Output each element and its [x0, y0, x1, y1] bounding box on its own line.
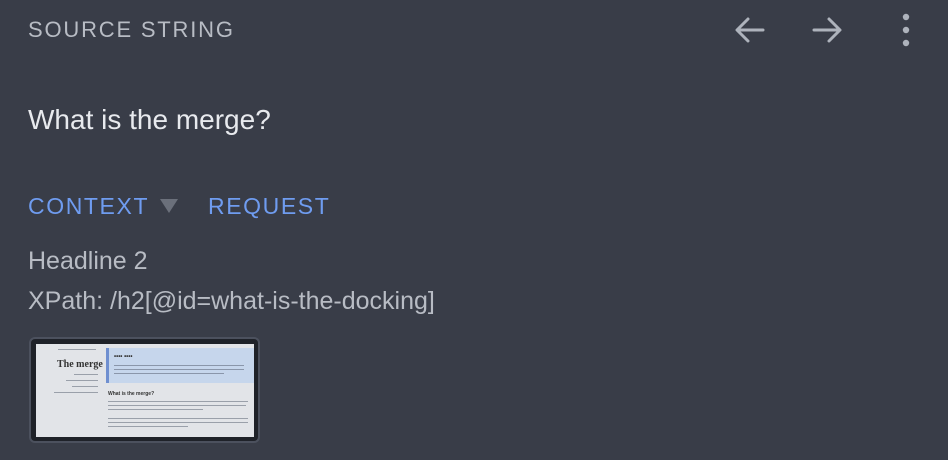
thumbnail-text-line: [108, 405, 246, 406]
thumbnail-nav-link: [72, 386, 98, 387]
thumbnail-banner: •••• ••••: [106, 348, 254, 383]
thumbnail-banner-line: [114, 373, 224, 374]
thumbnail-page: The merge •••• •••• What is the merge?: [36, 344, 254, 437]
thumbnail-nav-link: [74, 374, 98, 375]
thumbnail-nav-link: [66, 380, 98, 381]
more-options-button[interactable]: [886, 10, 926, 50]
more-vertical-icon: [902, 13, 910, 47]
thumbnail-banner-line: [114, 365, 244, 366]
thumbnail-nav-pane: The merge: [36, 344, 104, 437]
thumbnail-title: The merge: [57, 359, 103, 370]
thumbnail-text-line: [108, 426, 188, 427]
header-title: SOURCE STRING: [28, 17, 235, 42]
arrow-right-icon: [812, 17, 842, 43]
back-button[interactable]: [730, 10, 770, 50]
thumbnail-text-line: [108, 418, 248, 419]
thumbnail-banner-heading: •••• ••••: [114, 354, 133, 360]
thumbnail-text-line: [108, 422, 248, 423]
arrow-left-icon: [735, 17, 765, 43]
thumbnail-section-heading: What is the merge?: [108, 391, 155, 397]
thumbnail-nav-link: [54, 392, 98, 393]
thumbnail-nav-header: [58, 349, 96, 350]
screenshot-thumbnail[interactable]: The merge •••• •••• What is the merge?: [29, 337, 260, 443]
thumbnail-text-line: [108, 401, 248, 402]
context-element-type: Headline 2: [28, 247, 148, 275]
thumbnail-text-line: [108, 409, 203, 410]
forward-button[interactable]: [807, 10, 847, 50]
caret-down-icon[interactable]: [160, 199, 178, 213]
source-string-text: What is the merge?: [28, 104, 271, 135]
tab-context[interactable]: CONTEXT: [28, 193, 149, 220]
context-xpath: XPath: /h2[@id=what-is-the-docking]: [28, 287, 435, 315]
thumbnail-banner-line: [114, 369, 244, 370]
tab-request[interactable]: REQUEST: [208, 193, 330, 220]
